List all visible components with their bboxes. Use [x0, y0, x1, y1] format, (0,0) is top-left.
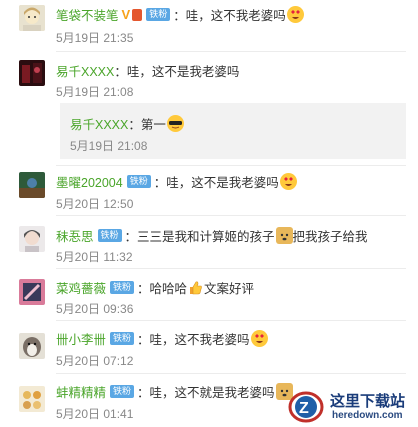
- thumbs-up-icon: [188, 280, 203, 295]
- verified-v-icon: V: [121, 7, 131, 22]
- comment-text-continued: 把我孩子给我: [292, 230, 368, 244]
- heart-eyes-emoji-icon: [250, 330, 268, 347]
- fan-badge: 铁粉: [110, 281, 135, 294]
- watermark-logo: Z: [288, 389, 324, 425]
- avatar[interactable]: [19, 172, 45, 198]
- watermark-title: 这里下载站: [330, 394, 406, 410]
- divider: [56, 320, 406, 321]
- medal-icon: [132, 8, 143, 21]
- username[interactable]: 笔袋不装笔: [56, 5, 119, 24]
- comment-text: ：哇，这不是我老婆吗: [114, 65, 240, 79]
- username[interactable]: 易千XXXX: [56, 61, 114, 80]
- avatar[interactable]: [19, 60, 45, 86]
- comment-time: 5月20日 11:32: [56, 250, 133, 264]
- comment-text: ：哇，这不我老婆吗: [173, 9, 286, 23]
- divider: [56, 268, 406, 269]
- comment-text: ：哇，这不我老婆吗: [137, 333, 250, 347]
- comment-text: ：哇，这不就是我老婆吗: [137, 386, 275, 400]
- divider: [56, 373, 406, 374]
- svg-text:Z: Z: [299, 400, 309, 417]
- site-watermark: Z 这里下载站 heredown.com: [286, 387, 418, 427]
- avatar[interactable]: [19, 279, 45, 305]
- comment-time: 5月20日 01:41: [56, 407, 134, 421]
- reply-box: 易千XXXX ：第一 5月19日 21:08: [60, 103, 406, 159]
- reply-text: ：第一: [128, 118, 166, 132]
- avatar[interactable]: [19, 386, 45, 412]
- heart-eyes-emoji-icon: [286, 6, 304, 23]
- username[interactable]: 墨曜202004: [56, 172, 123, 191]
- fan-badge: 铁粉: [110, 385, 135, 398]
- divider: [56, 51, 406, 52]
- comment-text: ：哇，这不是我老婆吗: [153, 176, 279, 190]
- fan-badge: 铁粉: [146, 8, 171, 21]
- comment-time: 5月19日 21:35: [56, 31, 134, 45]
- divider: [56, 165, 406, 166]
- comment-time: 5月20日 12:50: [56, 197, 134, 211]
- fan-badge: 铁粉: [110, 332, 135, 345]
- fan-badge: 铁粉: [126, 175, 151, 188]
- username[interactable]: 秣忢思: [56, 226, 94, 245]
- username[interactable]: 卌小李卌: [56, 329, 106, 348]
- reply-username[interactable]: 易千XXXX: [70, 114, 128, 133]
- watermark-url: heredown.com: [332, 410, 403, 421]
- avatar[interactable]: [19, 333, 45, 359]
- avatar[interactable]: [19, 226, 45, 252]
- comment-time: 5月19日 21:08: [56, 85, 134, 99]
- avatar[interactable]: [19, 5, 45, 31]
- username[interactable]: 蚌精精精: [56, 382, 106, 401]
- comment-time: 5月20日 09:36: [56, 302, 134, 316]
- cool-sunglasses-emoji-icon: [166, 115, 184, 132]
- doge-emoji-icon: [275, 227, 293, 244]
- comment-text: ：三三是我和计算姬的孩子: [124, 230, 275, 244]
- username[interactable]: 菜鸡薔薇: [56, 278, 106, 297]
- fan-badge: 铁粉: [97, 229, 122, 242]
- comment-text-continued: 文案好评: [204, 282, 255, 296]
- heart-eyes-emoji-icon: [279, 173, 297, 190]
- comment-text: ：哈哈哈: [137, 282, 188, 296]
- divider: [56, 215, 406, 216]
- reply-time: 5月19日 21:08: [70, 139, 148, 153]
- comment-time: 5月20日 07:12: [56, 354, 134, 368]
